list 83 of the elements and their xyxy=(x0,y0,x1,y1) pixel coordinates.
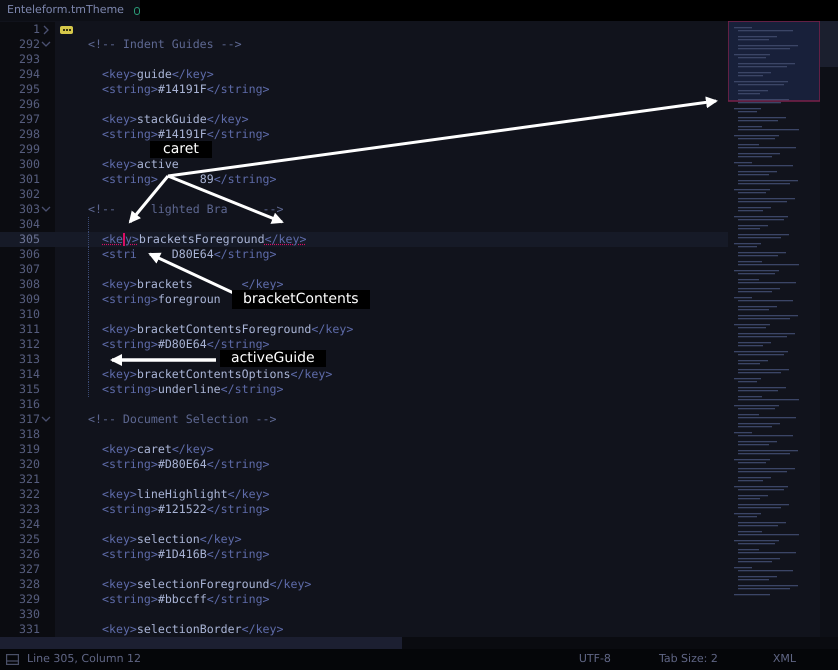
chevron-right-icon[interactable] xyxy=(42,24,50,34)
line-number: 316 xyxy=(19,397,40,412)
line-number: 293 xyxy=(19,52,40,67)
line-number: 306 xyxy=(19,247,40,262)
code-line: <key>stackGuide</key> xyxy=(102,112,249,127)
code-line: <key>bracketContentsOptions</key> xyxy=(102,367,332,382)
tab-size[interactable]: Tab Size: 2 xyxy=(658,651,718,668)
scrollbar[interactable] xyxy=(820,21,838,637)
code-line: <string> 89</string> xyxy=(102,172,277,187)
code-comment: <!-- lighted Bra --> xyxy=(88,202,284,217)
line-number: 331 xyxy=(19,622,40,637)
code-line: <key>selectionForeground</key> xyxy=(102,577,312,592)
syntax[interactable]: XML xyxy=(772,651,796,668)
line-number: 323 xyxy=(19,502,40,517)
line-number: 296 xyxy=(19,97,40,112)
annotation-label: caret xyxy=(150,141,212,158)
line-number: 301 xyxy=(19,172,40,187)
line-number: 321 xyxy=(19,472,40,487)
line-number: 322 xyxy=(19,487,40,502)
line-number: 319 xyxy=(19,442,40,457)
code-line: <key>brackets </key> xyxy=(102,277,284,292)
code-comment: <!-- Indent Guides --> xyxy=(88,37,242,52)
code-line: <key>guide</key> xyxy=(102,67,214,82)
line-number: 311 xyxy=(19,322,40,337)
line-number: 324 xyxy=(19,517,40,532)
code-line: <key>caret</key> xyxy=(102,442,214,457)
line-number: 298 xyxy=(19,127,40,142)
line-number: 294 xyxy=(19,67,40,82)
line-number: 299 xyxy=(19,142,40,157)
line-number: 308 xyxy=(19,277,40,292)
chevron-down-icon[interactable] xyxy=(41,416,51,423)
code-line: <key>selection</key> xyxy=(102,532,242,547)
line-number: 310 xyxy=(19,307,40,322)
horizontal-scrollbar[interactable] xyxy=(0,637,838,649)
annotation-label: activeGuide xyxy=(220,350,326,367)
line-number: 328 xyxy=(19,577,40,592)
line-number: 314 xyxy=(19,367,40,382)
annotation-label: bracketContents xyxy=(232,290,370,309)
code-line: <key>active xyxy=(102,157,179,172)
line-number: 309 xyxy=(19,292,40,307)
line-number: 303 xyxy=(19,202,40,217)
line-number: 312 xyxy=(19,337,40,352)
line-number: 302 xyxy=(19,187,40,202)
line-number: 325 xyxy=(19,532,40,547)
line-number: 318 xyxy=(19,427,40,442)
code-line: <string>#D80E64</string> xyxy=(102,337,270,351)
line-number: 320 xyxy=(19,457,40,472)
line-number: 297 xyxy=(19,112,40,127)
code-line: <ke y>bracketsForeground</key> xyxy=(102,232,306,247)
line-number: 307 xyxy=(19,262,40,277)
panel-icon[interactable] xyxy=(6,654,19,665)
line-number: 330 xyxy=(19,607,40,622)
line-number: 305 xyxy=(19,232,40,247)
code-line: <stri D80E64</string> xyxy=(102,247,277,262)
line-number: 295 xyxy=(19,82,40,97)
line-number: 313 xyxy=(19,352,40,367)
line-number: 300 xyxy=(19,157,40,172)
code-line: <key>selectionBorder</key> xyxy=(102,622,284,637)
line-number: 304 xyxy=(19,217,40,232)
code-line: <string>underline</string> xyxy=(102,382,284,397)
chevron-down-icon[interactable] xyxy=(41,206,51,213)
chevron-down-icon[interactable] xyxy=(41,41,51,48)
line-number: 326 xyxy=(19,547,40,562)
code-line: <string>#14191F</string> xyxy=(102,82,270,97)
code-line: <string>#14191F</string> xyxy=(102,127,270,142)
line-number: 1 xyxy=(33,22,40,37)
cursor-position: Line 305, Column 12 xyxy=(27,651,142,668)
line-number: 317 xyxy=(19,412,40,427)
code-line: <string>#121522</string> xyxy=(102,502,270,517)
line-number: 292 xyxy=(19,37,40,52)
code-line: <string>foregroun xyxy=(102,292,221,307)
code-comment: <!-- Document Selection --> xyxy=(88,412,276,427)
code-line: <string>#D80E64</string> xyxy=(102,457,270,472)
code-line: <key>lineHighlight</key> xyxy=(102,487,270,502)
line-number: 315 xyxy=(19,382,40,397)
code-line: <key>bracketContentsForeground</key> xyxy=(102,322,354,337)
line-number: 329 xyxy=(19,592,40,607)
encoding[interactable]: UTF-8 xyxy=(578,651,611,668)
code-line: <string>#bbccff</string> xyxy=(102,592,270,607)
file-tab[interactable]: Enteleform.tmTheme xyxy=(0,0,140,21)
line-number: 327 xyxy=(19,562,40,577)
folded-code-icon[interactable] xyxy=(60,26,73,34)
code-line: <string>#1D416B</string> xyxy=(102,547,270,562)
